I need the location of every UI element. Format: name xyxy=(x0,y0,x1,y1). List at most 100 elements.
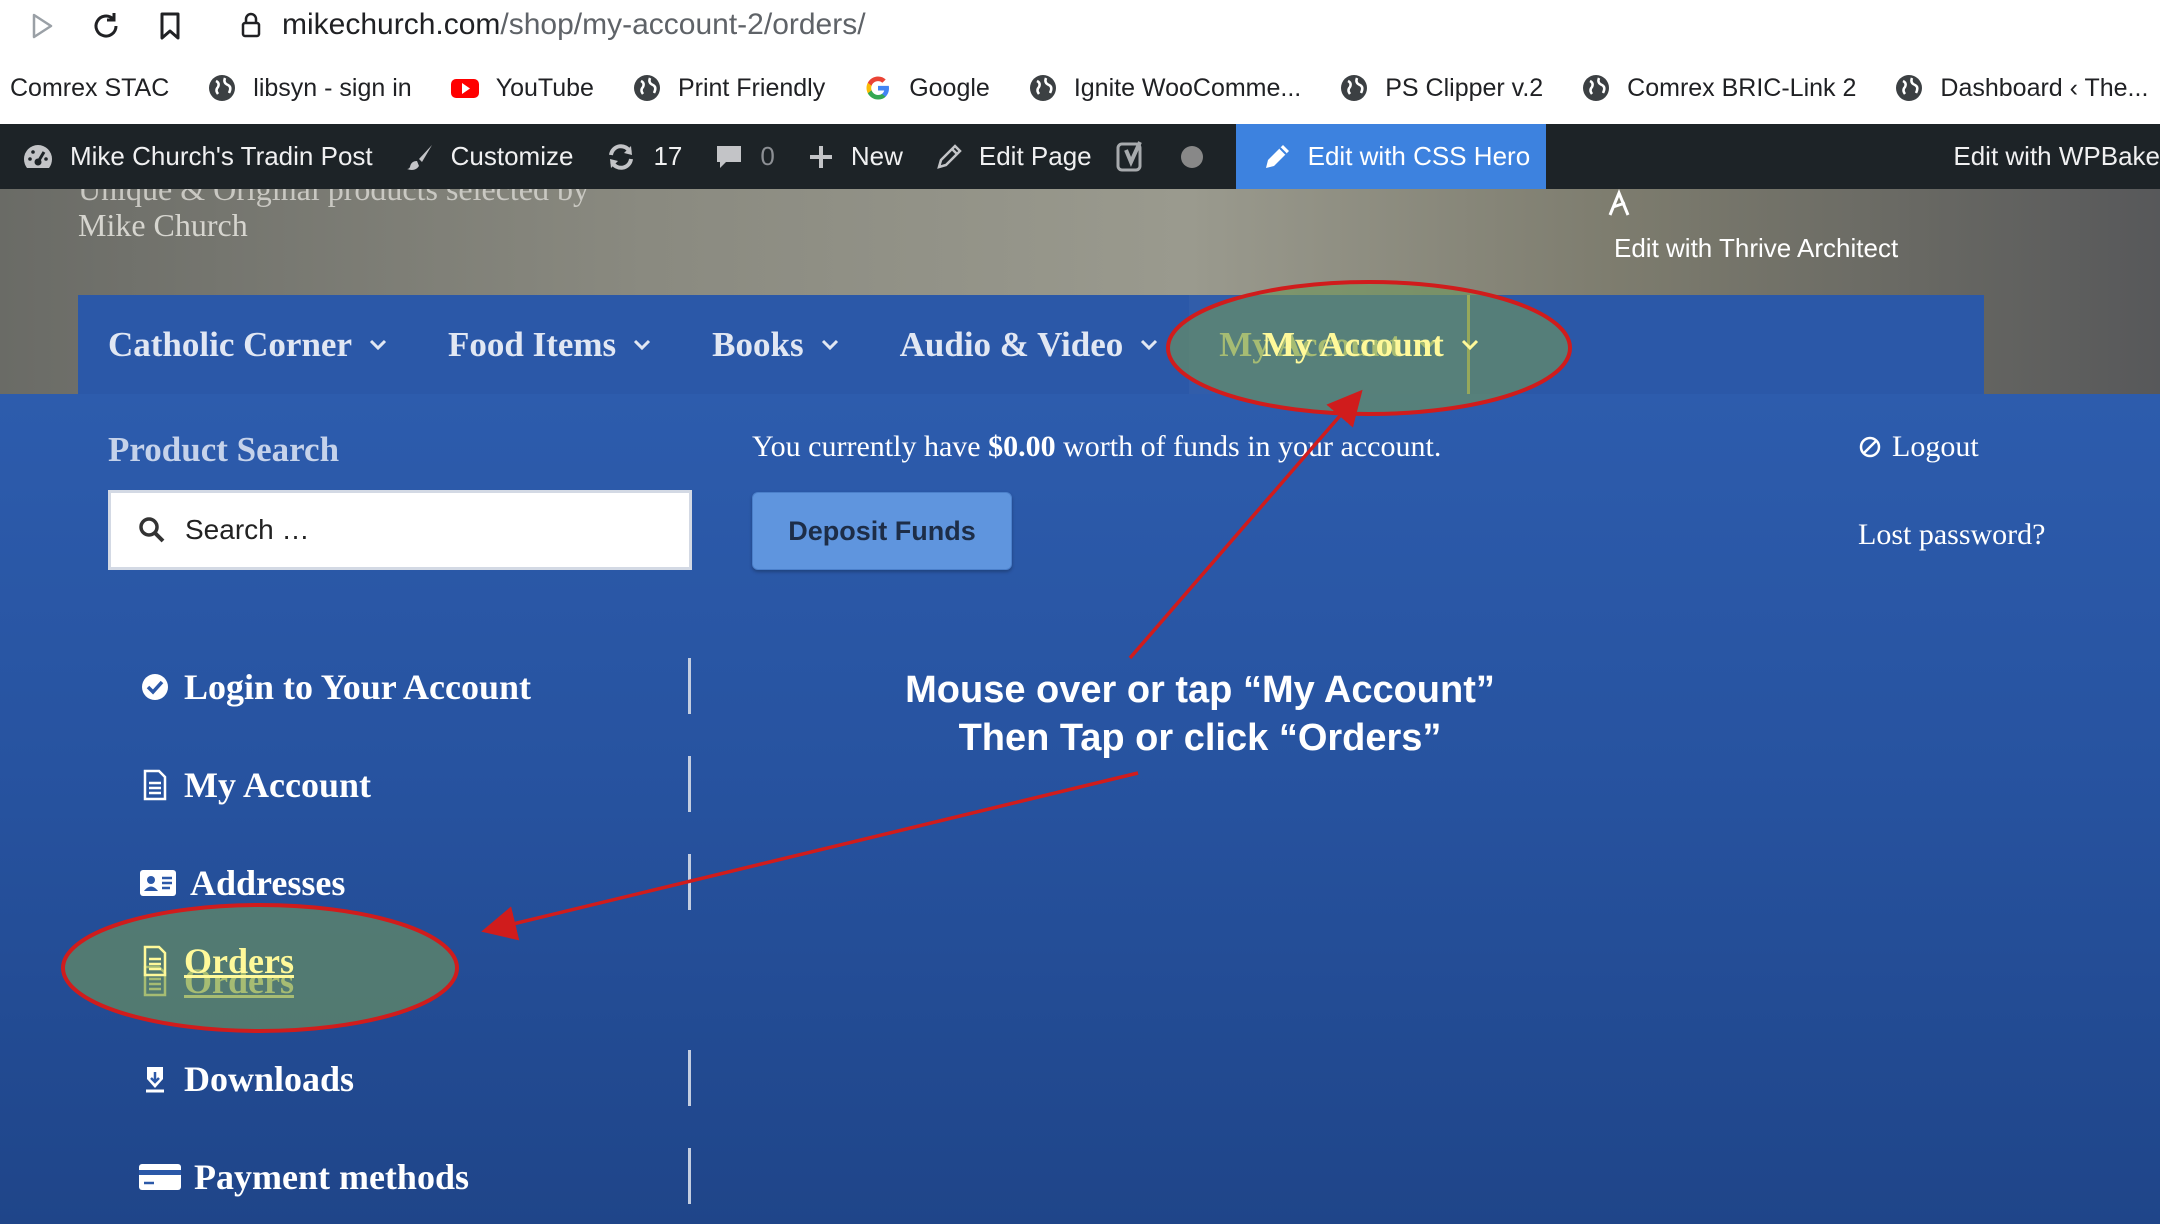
admin-new-label: New xyxy=(850,141,903,171)
comment-bubble-icon xyxy=(717,145,742,168)
logout-icon xyxy=(1859,436,1881,458)
bookmark-dashboard[interactable]: Dashboard ‹ The... xyxy=(1894,73,2148,103)
chevron-down-icon xyxy=(1141,339,1158,350)
nav-separator xyxy=(688,756,691,812)
nav-label: Catholic Corner xyxy=(108,324,352,364)
main-content: Product Search You currently have $0.00 … xyxy=(0,394,2160,1224)
funds-amount: $0.00 xyxy=(988,430,1056,463)
account-nav-addresses[interactable]: Addresses xyxy=(138,834,694,932)
product-search-box xyxy=(108,490,692,570)
bookmark-label: Google xyxy=(909,73,990,102)
funds-message: You currently have $0.00 worth of funds … xyxy=(752,430,1441,464)
instruction-line-2: Then Tap or click “Orders” xyxy=(958,717,1442,759)
url-bar[interactable]: mikechurch.com/shop/my-account-2/orders/ xyxy=(212,0,2160,50)
bookmark-label: Comrex BRIC-Link 2 xyxy=(1627,73,1857,102)
admin-site-name-label: Mike Church's Tradin Post xyxy=(70,141,373,171)
search-input[interactable] xyxy=(185,514,665,546)
chevron-down-icon xyxy=(821,339,838,350)
bookmark-ps-clipper[interactable]: PS Clipper v.2 xyxy=(1339,73,1543,103)
account-nav-label: Orders xyxy=(184,961,294,1001)
globe-icon xyxy=(1896,75,1923,101)
globe-icon xyxy=(633,75,660,101)
admin-new[interactable]: New xyxy=(791,124,919,189)
download-icon xyxy=(138,1064,172,1094)
bookmark-label: Ignite WooComme... xyxy=(1073,73,1302,102)
bookmark-ignite[interactable]: Ignite WooComme... xyxy=(1028,73,1301,103)
nav-books[interactable]: Books xyxy=(682,295,869,394)
nav-separator xyxy=(688,658,691,714)
wp-admin-bar: Mike Church's Tradin Post Customize 17 0… xyxy=(0,124,2160,189)
nav-catholic-corner[interactable]: Catholic Corner xyxy=(78,295,418,394)
bookmarks-bar: Comrex STAC libsyn - sign in YouTube Pri… xyxy=(0,52,2160,124)
updates-icon xyxy=(609,143,634,170)
admin-customize[interactable]: Customize xyxy=(389,124,590,189)
globe-icon xyxy=(1029,75,1056,101)
account-nav-label: My Account xyxy=(184,765,371,805)
nav-label: Audio & Video xyxy=(899,324,1124,364)
account-nav-label: Payment methods xyxy=(194,1157,469,1197)
nav-my-account[interactable]: My Account xyxy=(1189,295,1471,394)
pencil-icon xyxy=(1265,144,1289,168)
bookmark-youtube[interactable]: YouTube xyxy=(450,73,594,103)
globe-icon xyxy=(1583,75,1610,101)
bookmark-comrex-stac[interactable]: Comrex STAC xyxy=(10,74,169,103)
nav-audio-video[interactable]: Audio & Video xyxy=(870,295,1190,394)
account-nav-my-account[interactable]: My Account xyxy=(138,736,694,834)
admin-edit-page-label: Edit Page xyxy=(978,141,1092,171)
account-nav-login[interactable]: Login to Your Account xyxy=(138,638,694,736)
reload-icon[interactable] xyxy=(86,6,126,46)
bookmark-label: libsyn - sign in xyxy=(253,73,412,102)
bookmark-label: Comrex STAC xyxy=(10,73,170,102)
admin-updates-count: 17 xyxy=(653,141,683,171)
bookmark-libsyn[interactable]: libsyn - sign in xyxy=(207,73,412,103)
bookmark-label: Dashboard ‹ The... xyxy=(1940,73,2149,102)
admin-css-hero-label: Edit with CSS Hero xyxy=(1307,141,1531,171)
admin-yoast[interactable] xyxy=(1108,124,1172,189)
funds-suffix: worth of funds in your account. xyxy=(1055,430,1442,463)
admin-css-hero[interactable]: Edit with CSS Hero xyxy=(1235,124,1547,189)
instruction-annotation: Mouse over or tap “My Account” Then Tap … xyxy=(800,666,1600,762)
check-circle-icon xyxy=(138,672,172,702)
google-icon xyxy=(866,76,890,100)
chevron-down-icon xyxy=(634,339,651,350)
url-path: /shop/my-account-2/orders/ xyxy=(500,8,866,41)
admin-updates[interactable]: 17 xyxy=(589,124,698,189)
nav-label: Books xyxy=(712,324,804,364)
nav-separator xyxy=(688,1148,691,1204)
logout-label: Logout xyxy=(1892,430,1979,463)
product-search-title: Product Search xyxy=(108,430,340,469)
thrive-architect-link[interactable]: Edit with Thrive Architect xyxy=(1614,233,1898,264)
nav-food-items[interactable]: Food Items xyxy=(418,295,682,394)
bookmark-label: Print Friendly xyxy=(677,73,826,102)
account-nav-label: Addresses xyxy=(190,863,346,903)
instruction-line-1: Mouse over or tap “My Account” xyxy=(905,669,1495,711)
site-tagline-line2: Mike Church xyxy=(78,207,248,243)
youtube-icon xyxy=(450,79,479,98)
account-nav-payment-methods[interactable]: Payment methods xyxy=(138,1128,694,1224)
funds-prefix: You currently have xyxy=(752,430,989,463)
bookmark-print-friendly[interactable]: Print Friendly xyxy=(632,73,825,103)
lost-password-link[interactable]: Lost password? xyxy=(1858,518,2045,552)
url-domain: mikechurch.com xyxy=(282,8,501,41)
account-nav-orders[interactable]: Orders xyxy=(138,932,694,1030)
bookmark-google[interactable]: Google xyxy=(863,73,990,103)
bookmark-label: PS Clipper v.2 xyxy=(1385,73,1544,102)
plus-icon xyxy=(809,145,832,168)
seo-status-dot-icon xyxy=(1172,124,1236,189)
bookmark-icon[interactable] xyxy=(150,6,190,46)
credit-card-icon xyxy=(138,1162,182,1192)
lock-icon xyxy=(240,11,262,44)
play-icon[interactable] xyxy=(22,6,62,46)
deposit-funds-button[interactable]: Deposit Funds xyxy=(752,492,1012,570)
admin-wpbakery[interactable]: Edit with WPBake xyxy=(1937,124,2160,189)
url-text: mikechurch.com/shop/my-account-2/orders/ xyxy=(282,8,866,42)
globe-icon xyxy=(1341,75,1368,101)
admin-site-name[interactable]: Mike Church's Tradin Post xyxy=(0,124,389,189)
bookmark-comrex-bric[interactable]: Comrex BRIC-Link 2 xyxy=(1581,73,1856,103)
admin-customize-label: Customize xyxy=(450,141,574,171)
logout-link[interactable]: Logout xyxy=(1858,430,1979,464)
admin-edit-page[interactable]: Edit Page xyxy=(919,124,1108,189)
admin-comments[interactable]: 0 xyxy=(698,124,790,189)
account-nav-downloads[interactable]: Downloads xyxy=(138,1030,694,1128)
document-icon xyxy=(138,769,172,801)
